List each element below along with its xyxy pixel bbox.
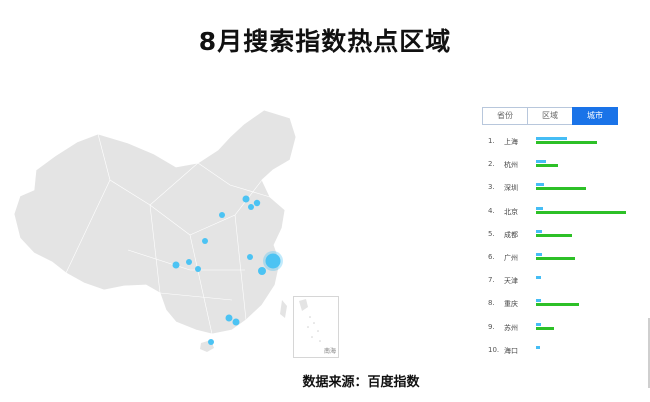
search-index-bar xyxy=(536,160,546,164)
region-tabs: 省份 区域 城市 xyxy=(482,107,618,125)
rank-number: 10. xyxy=(488,345,500,354)
page-title: 8月搜索指数热点区域 xyxy=(198,27,452,56)
city-name: 北京 xyxy=(504,207,518,216)
data-source: 数据来源：百度指数 xyxy=(302,375,420,390)
change-bar xyxy=(536,187,586,191)
ranking-row: 8. 重庆 xyxy=(484,294,644,317)
ranking-row: 10. 海口 xyxy=(484,341,644,364)
search-index-bar xyxy=(536,276,541,280)
search-index-bar xyxy=(536,345,540,349)
china-map xyxy=(13,109,297,352)
city-name: 广州 xyxy=(504,253,518,262)
city-name: 天津 xyxy=(504,277,518,286)
hotspot-dot xyxy=(225,314,233,322)
hotspot-dot xyxy=(208,339,214,345)
rank-number: 5. xyxy=(488,229,495,238)
city-name: 上海 xyxy=(504,138,518,146)
city-name: 苏州 xyxy=(504,323,518,332)
hotspot-dot xyxy=(172,261,180,269)
change-bar xyxy=(536,233,572,237)
hotspot-dot xyxy=(195,266,201,272)
change-bar xyxy=(536,141,598,144)
hotspot-dot xyxy=(202,238,208,244)
china-landmass xyxy=(13,109,297,335)
change-bar xyxy=(536,210,626,214)
hotspot-dot xyxy=(248,204,254,210)
ranking-row: 2. 杭州 xyxy=(484,155,644,178)
search-index-bar xyxy=(536,299,541,303)
city-name: 成都 xyxy=(504,230,518,239)
ranking-row: 6. 广州 xyxy=(484,248,644,271)
inset-label: 南海 xyxy=(324,348,337,355)
ranking-row: 1. 上海 xyxy=(484,132,644,155)
change-bar xyxy=(536,326,554,330)
hotspot-dot xyxy=(186,259,192,265)
city-name: 海口 xyxy=(504,346,518,355)
ranking-row: 5. 成都 xyxy=(484,225,644,248)
rank-number: 3. xyxy=(488,183,495,192)
rank-number: 7. xyxy=(488,276,495,285)
hotspot-dot xyxy=(232,318,240,326)
city-name: 深圳 xyxy=(504,184,518,193)
ranking-row: 9. 苏州 xyxy=(484,318,644,341)
south-china-sea-inset: 南海 xyxy=(293,296,339,358)
search-index-bar xyxy=(536,206,544,210)
change-bar xyxy=(536,303,580,307)
change-bar xyxy=(536,164,558,168)
city-ranking-list: 1. 上海 2. 杭州 3. 深圳 4. 北京 5. 成都 6. 广州 7. 天津 8. 重庆 9. 苏州 10. 海… xyxy=(484,132,644,364)
rank-number: 4. xyxy=(488,206,495,215)
rank-number: 8. xyxy=(488,299,495,308)
ranking-row: 4. 北京 xyxy=(484,202,644,225)
city-name: 杭州 xyxy=(504,161,518,170)
rank-number: 9. xyxy=(488,322,495,331)
search-index-bar xyxy=(536,229,543,233)
tab-city[interactable]: 城市 xyxy=(572,107,618,125)
rank-number: 1. xyxy=(488,137,495,145)
hotspot-dot xyxy=(265,253,281,269)
search-index-bar xyxy=(536,183,545,187)
change-bar xyxy=(536,256,575,260)
hotspot-dot xyxy=(219,212,225,218)
search-index-bar xyxy=(536,137,567,140)
rank-number: 2. xyxy=(488,160,495,169)
taiwan-island xyxy=(280,300,287,318)
tab-province[interactable]: 省份 xyxy=(482,107,528,125)
tab-region[interactable]: 区域 xyxy=(527,107,573,125)
ranking-row: 3. 深圳 xyxy=(484,178,644,201)
rank-number: 6. xyxy=(488,252,495,261)
hotspot-dot xyxy=(253,199,261,207)
hotspot-dot xyxy=(258,267,266,275)
hotspot-dot xyxy=(242,195,250,203)
search-index-bar xyxy=(536,322,541,326)
city-name: 重庆 xyxy=(504,300,518,309)
hotspot-dot xyxy=(247,254,253,260)
search-index-bar xyxy=(536,252,543,256)
ranking-row: 7. 天津 xyxy=(484,271,644,294)
